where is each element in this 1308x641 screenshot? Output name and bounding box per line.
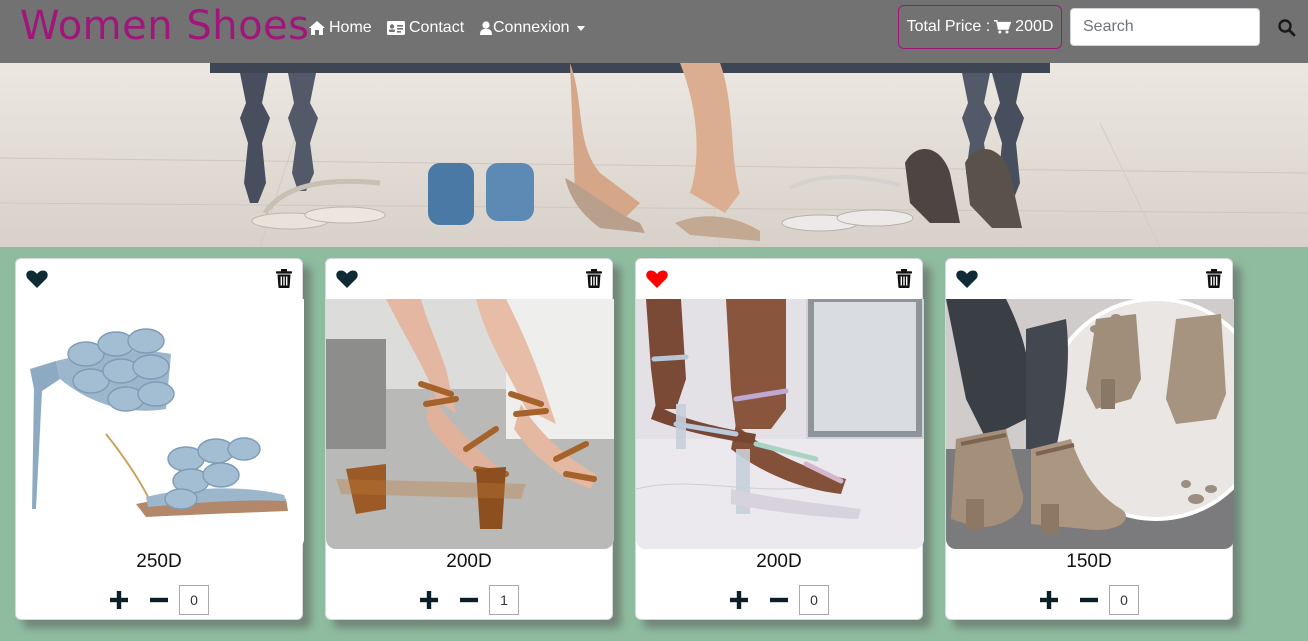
home-icon [309,21,325,35]
minus-icon[interactable] [149,590,169,610]
total-price-label: Total Price : [906,18,991,35]
plus-icon[interactable] [729,590,749,610]
quantity-input[interactable]: 0 [1109,585,1139,615]
product-price: 150D [1066,551,1112,572]
minus-icon[interactable] [459,590,479,610]
nav-connexion-label: Connexion [493,19,570,36]
product-card: 200D 1 [325,258,614,620]
heart-icon[interactable] [956,269,978,289]
product-image[interactable] [326,299,614,549]
navbar: Women Shoes Home Contact Connexion Total… [0,0,1308,63]
product-card: 150D 0 [945,258,1234,620]
nav-contact-link[interactable]: Contact [387,17,464,39]
brand-logo[interactable]: Women Shoes [20,0,309,52]
quantity-controls: 0 [946,585,1232,615]
nav-home-label: Home [329,19,372,36]
minus-icon[interactable] [769,590,789,610]
quantity-input[interactable]: 0 [179,585,209,615]
trash-icon[interactable] [586,269,602,288]
chevron-down-icon [576,25,585,31]
product-card: 200D 0 [635,258,924,620]
nav-contact-label: Contact [409,19,465,36]
total-price-value: 200D [1015,18,1054,35]
product-price: 200D [756,551,802,572]
id-card-icon [387,21,405,35]
heart-icon[interactable] [336,269,358,289]
heart-icon[interactable] [646,269,668,289]
quantity-controls: 1 [326,585,612,615]
product-image[interactable] [16,299,304,549]
plus-icon[interactable] [1039,590,1059,610]
trash-icon[interactable] [896,269,912,288]
product-image[interactable] [946,299,1234,549]
cart-icon [994,20,1012,34]
product-image[interactable] [636,299,924,549]
quantity-controls: 0 [636,585,922,615]
trash-icon[interactable] [1206,269,1222,288]
plus-icon[interactable] [419,590,439,610]
minus-icon[interactable] [1079,590,1099,610]
search-input[interactable] [1070,8,1260,46]
quantity-input[interactable]: 1 [489,585,519,615]
nav-connexion-dropdown[interactable]: Connexion [480,17,585,39]
total-price-button[interactable]: Total Price : 200D [898,5,1062,49]
product-price: 250D [136,551,182,572]
hero-banner-image [0,63,1308,247]
nav-home-link[interactable]: Home [309,17,372,39]
user-icon [480,21,492,35]
search-icon[interactable] [1276,17,1298,39]
product-card: 250D 0 [15,258,304,620]
trash-icon[interactable] [276,269,292,288]
product-price: 200D [446,551,492,572]
quantity-controls: 0 [16,585,302,615]
plus-icon[interactable] [109,590,129,610]
heart-icon[interactable] [26,269,48,289]
quantity-input[interactable]: 0 [799,585,829,615]
